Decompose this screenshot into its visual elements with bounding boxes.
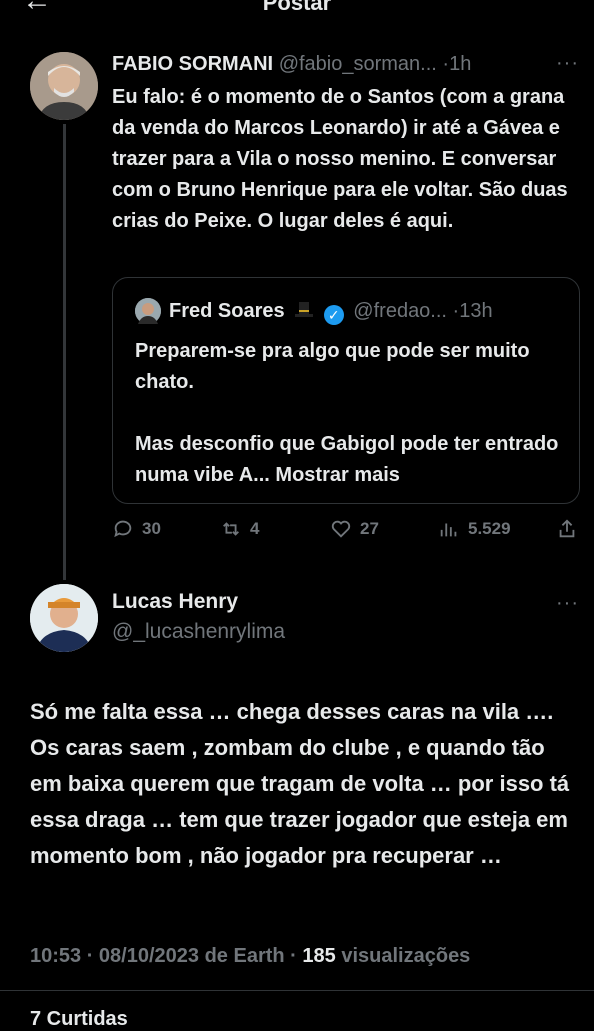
separator: · — [290, 945, 297, 967]
post-metadata: 10:53 · 08/10/2023 de Earth · 185 visual… — [30, 945, 470, 968]
repost-button[interactable]: 4 — [220, 518, 259, 540]
post-text: Só me falta essa … chega desses caras na… — [30, 699, 570, 868]
quote-header: Fred Soares ✓ @fredao... ·13h — [169, 300, 493, 325]
heart-icon — [331, 520, 351, 538]
more-options-icon[interactable]: ··· — [556, 592, 579, 615]
verified-badge-icon: ✓ — [323, 305, 344, 325]
quote-author-name: Fred Soares — [169, 300, 285, 322]
quoted-post[interactable]: Fred Soares ✓ @fredao... ·13h Preparem-s… — [112, 277, 580, 504]
avatar[interactable] — [30, 584, 98, 652]
views-button[interactable]: 5.529 — [438, 518, 511, 540]
avatar[interactable] — [30, 52, 98, 120]
repost-count: 4 — [250, 519, 260, 538]
page-title: Postar — [262, 0, 332, 15]
author-name[interactable]: FABIO SORMANI — [112, 53, 273, 75]
author-handle[interactable]: @fabio_sorman... — [279, 53, 437, 75]
post-actions: 30 4 27 5.529 — [112, 518, 582, 546]
author-handle[interactable]: @_lucashenrylima — [112, 620, 285, 644]
reply-button[interactable]: 30 — [112, 518, 161, 540]
post-text: Eu falo: é o momento de o Santos (com a … — [112, 86, 568, 232]
quote-text: Preparem-se pra algo que pode ser muito … — [135, 336, 565, 491]
show-more-link[interactable]: Mostrar mais — [275, 464, 400, 486]
thread-connector-line — [63, 124, 66, 580]
quote-author-handle: @fredao... — [353, 300, 447, 322]
share-button[interactable] — [556, 518, 578, 540]
quote-time: 13h — [459, 300, 493, 322]
reply-icon — [114, 520, 132, 538]
post-header: FABIO SORMANI @fabio_sorman... ·1h — [112, 52, 471, 76]
views-count: 185 — [302, 945, 336, 967]
views-chart-icon — [440, 523, 457, 537]
views-count: 5.529 — [468, 519, 511, 538]
top-hat-icon — [294, 300, 314, 320]
quote-text-line1: Preparem-se pra algo que pode ser muito … — [135, 340, 530, 393]
post-timestamp[interactable]: 10:53 · 08/10/2023 de Earth — [30, 945, 285, 967]
author-name[interactable]: Lucas Henry — [112, 590, 238, 614]
like-button[interactable]: 27 — [330, 518, 379, 540]
like-count: 27 — [360, 519, 379, 538]
likes-summary[interactable]: 7 Curtidas — [30, 1008, 128, 1031]
divider — [0, 990, 594, 991]
top-bar: ← Postar — [0, 0, 594, 34]
share-icon — [559, 519, 575, 538]
views-label: visualizações — [341, 945, 471, 967]
more-options-icon[interactable]: ··· — [556, 52, 579, 75]
repost-icon — [223, 522, 239, 536]
post-time[interactable]: 1h — [449, 53, 471, 75]
quote-avatar — [135, 298, 161, 324]
reply-count: 30 — [142, 519, 161, 538]
